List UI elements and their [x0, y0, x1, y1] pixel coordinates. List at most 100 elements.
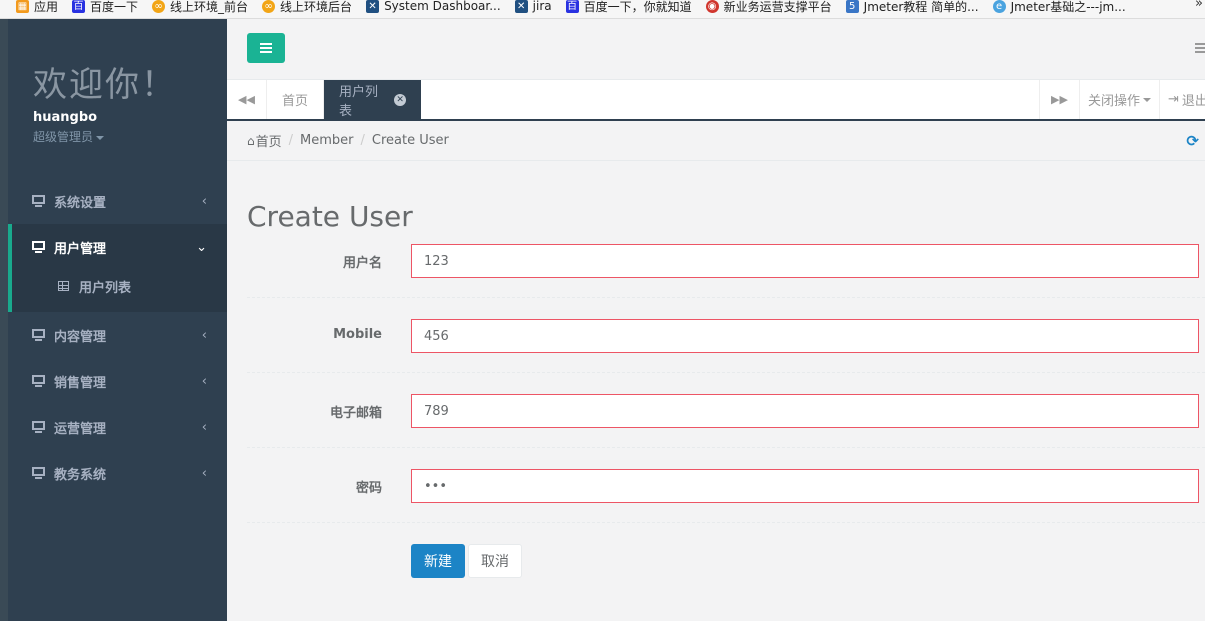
breadcrumb-home[interactable]: 首页 — [256, 131, 282, 150]
form-divider — [247, 522, 1205, 523]
monitor-icon — [32, 329, 45, 341]
bookmark-jmeter-tutorial[interactable]: 5 Jmeter教程 简单的... — [845, 0, 979, 15]
breadcrumb-separator: / — [288, 133, 294, 148]
welcome-text: 欢迎你！ — [33, 65, 177, 105]
logout-label: 退出 — [1181, 94, 1205, 109]
bookmark-label: jira — [532, 0, 552, 13]
username-field[interactable]: 123 — [411, 244, 1199, 278]
sidebar-item-label: 用户管理 — [54, 241, 107, 257]
email-label: 电子邮箱 — [329, 406, 382, 421]
bookmark-baidu[interactable]: 百 百度一下 — [72, 0, 138, 15]
bookmark-jmeter-basic[interactable]: e Jmeter基础之---jm... — [992, 0, 1126, 15]
chevron-left-icon: ‹ — [201, 465, 207, 481]
form-divider — [247, 447, 1205, 448]
breadcrumb-current: Create User — [371, 133, 449, 148]
bookmark-platform[interactable]: ◉ 新业务运营支撑平台 — [705, 0, 832, 15]
breadcrumb-separator: / — [360, 133, 365, 148]
tab-scroll-right-button[interactable]: ▶▶ — [1039, 80, 1079, 119]
list-icon-bar — [1195, 51, 1205, 53]
bookmark-label: 百度一下 — [90, 0, 139, 14]
bookmark-online-back[interactable]: ∞ 线上环境后台 — [262, 0, 352, 15]
email-field[interactable]: 789 — [411, 394, 1199, 428]
breadcrumb: ⌂ 首页 / Member / Create User ⟳ — [227, 121, 1205, 161]
tab-user-list[interactable]: 用户列表 ✕ — [324, 80, 421, 119]
sidebar-item-system-settings[interactable]: 系统设置 ‹ — [8, 178, 227, 224]
caret-down-icon — [1143, 97, 1151, 102]
sidebar-item-label: 销售管理 — [54, 375, 107, 391]
close-operations-label: 关闭操作 — [1087, 94, 1140, 109]
platform-icon: ◉ — [705, 0, 719, 13]
bookmarks-overflow-button[interactable]: » — [1195, 0, 1203, 11]
role-dropdown[interactable]: 超级管理员 — [33, 128, 105, 145]
tab-bar: ◀◀ 首页 用户列表 ✕ ▶▶ 关闭操作 ⇥ 退出 — [227, 80, 1205, 121]
form-divider — [247, 297, 1205, 298]
bookmark-system-dashboard[interactable]: ✕ System Dashboar... — [366, 0, 501, 13]
tab-label: 用户列表 — [339, 84, 379, 119]
tab-home[interactable]: 首页 — [267, 80, 325, 119]
bookmark-label: 百度一下，你就知道 — [583, 0, 692, 14]
jira-icon: ✕ — [366, 0, 380, 13]
bookmark-apps[interactable]: ▦ 应用 — [16, 0, 58, 15]
bookmark-online-front[interactable]: ∞ 线上环境_前台 — [152, 0, 248, 15]
blog-icon: 5 — [845, 0, 859, 13]
mobile-field[interactable]: 456 — [411, 319, 1199, 353]
monitor-icon — [32, 467, 45, 479]
username: huangbo — [33, 110, 98, 125]
close-operations-dropdown[interactable]: 关闭操作 — [1079, 80, 1159, 119]
breadcrumb-member[interactable]: Member — [300, 133, 353, 148]
list-icon[interactable] — [1195, 43, 1205, 53]
refresh-icon[interactable]: ⟳ — [1186, 132, 1199, 150]
bookmark-label: Jmeter基础之---jm... — [1010, 0, 1126, 14]
bookmark-label: 线上环境_前台 — [170, 0, 249, 14]
form-divider — [247, 372, 1205, 373]
backward-icon: ◀◀ — [238, 93, 255, 106]
sidebar-item-academic-system[interactable]: 教务系统 ‹ — [8, 450, 227, 496]
baidu-icon: 百 — [72, 0, 86, 13]
monitor-icon — [32, 241, 45, 253]
sign-out-icon: ⇥ — [1168, 92, 1179, 107]
role-label: 超级管理员 — [33, 130, 94, 144]
tab-label: 首页 — [282, 94, 309, 109]
sidebar-subitem-user-list[interactable]: 用户列表 — [58, 271, 131, 301]
home-icon: ⌂ — [247, 133, 255, 148]
chevron-left-icon: ‹ — [201, 419, 207, 435]
top-header — [227, 19, 1205, 80]
monitor-icon — [32, 195, 45, 207]
sidebar-item-label: 运营管理 — [54, 421, 107, 437]
sidebar-item-content-management[interactable]: 内容管理 ‹ — [8, 312, 227, 358]
cancel-button[interactable]: 取消 — [468, 544, 522, 578]
sidebar: 欢迎你！ huangbo 超级管理员 系统设置 ‹ 用户管理 ⌄ 用户列表 内容… — [8, 19, 227, 621]
bookmark-jira[interactable]: ✕ jira — [514, 0, 552, 13]
hamburger-icon-bar — [260, 51, 272, 53]
chevron-down-icon: ⌄ — [196, 239, 207, 255]
menu-toggle-button[interactable] — [247, 33, 285, 63]
chevron-left-icon: ‹ — [201, 327, 207, 343]
sidebar-item-operations-management[interactable]: 运营管理 ‹ — [8, 404, 227, 450]
apps-icon: ▦ — [16, 0, 29, 13]
bookmark-label: 新业务运营支撑平台 — [723, 0, 832, 14]
close-circle-icon[interactable]: ✕ — [394, 93, 406, 106]
username-label: 用户名 — [342, 256, 382, 271]
monitor-icon — [32, 375, 45, 387]
chevron-left-icon: ‹ — [201, 193, 207, 209]
list-icon-bar — [1195, 43, 1205, 45]
bookmark-baidu-2[interactable]: 百 百度一下，你就知道 — [565, 0, 692, 15]
bookmark-label: 应用 — [34, 0, 59, 14]
password-label: 密码 — [355, 481, 382, 496]
password-field[interactable]: ••• — [411, 469, 1199, 503]
bookmark-label: System Dashboar... — [384, 0, 501, 13]
bookmark-label: 线上环境后台 — [280, 0, 353, 14]
logout-button[interactable]: ⇥ 退出 — [1159, 80, 1205, 119]
sidebar-item-label: 教务系统 — [54, 467, 107, 483]
tab-scroll-left-button[interactable]: ◀◀ — [227, 80, 267, 119]
sidebar-item-label: 内容管理 — [54, 329, 107, 345]
sidebar-item-user-management[interactable]: 用户管理 ⌄ — [8, 224, 227, 270]
sidebar-item-sales-management[interactable]: 销售管理 ‹ — [8, 358, 227, 404]
jira-icon: ✕ — [514, 0, 528, 13]
list-icon-bar — [1195, 47, 1205, 49]
forward-icon: ▶▶ — [1051, 93, 1068, 106]
caret-down-icon — [96, 135, 105, 140]
chevron-left-icon: ‹ — [201, 373, 207, 389]
create-button[interactable]: 新建 — [411, 544, 465, 578]
sidebar-subitem-label: 用户列表 — [79, 280, 132, 296]
